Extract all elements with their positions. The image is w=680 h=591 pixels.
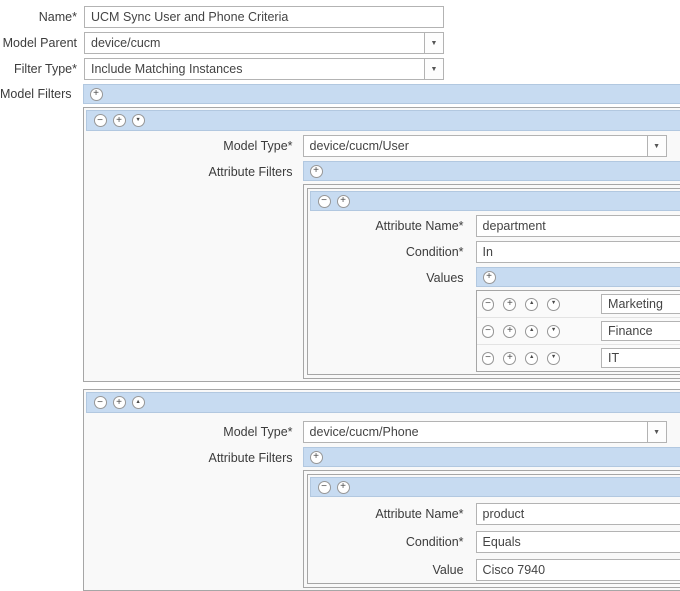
model-filter-panel-phone: − + ▲ Model Type* device/cucm/Phone ▼ At… xyxy=(82,389,680,591)
name-input[interactable] xyxy=(84,6,444,28)
chevron-down-icon[interactable]: ▼ xyxy=(646,422,666,442)
add-value-button[interactable]: + xyxy=(503,297,517,311)
add-value-button[interactable]: + xyxy=(482,270,496,284)
attribute-filter-toolbar: − + xyxy=(309,191,680,211)
panel-toolbar: − + ▼ xyxy=(85,110,680,131)
filter-type-select[interactable]: Include Matching Instances ▼ xyxy=(84,58,444,80)
add-attribute-filter-button[interactable]: + xyxy=(336,194,350,208)
move-value-up-button[interactable]: ▲ xyxy=(525,297,539,311)
attribute-filter-list: − + Attribute Name* Condition* xyxy=(302,184,680,379)
attribute-name-input[interactable] xyxy=(475,503,680,525)
add-value-button[interactable]: + xyxy=(503,324,517,338)
move-value-down-button[interactable]: ▼ xyxy=(547,351,561,365)
filter-type-value: Include Matching Instances xyxy=(91,62,243,76)
chevron-down-icon[interactable]: ▼ xyxy=(424,33,443,53)
move-value-down-button[interactable]: ▼ xyxy=(547,324,561,338)
values-section: + − + ▲ ▼ Marketing − + ▲ ▼ Finance − + … xyxy=(475,267,680,372)
add-filter-button[interactable]: + xyxy=(112,396,126,409)
remove-value-button[interactable]: − xyxy=(481,324,495,338)
move-up-button[interactable]: ▲ xyxy=(131,396,145,409)
add-filter-button[interactable]: + xyxy=(112,114,126,127)
remove-attribute-filter-button[interactable]: − xyxy=(317,480,331,494)
add-attribute-filter-button[interactable]: + xyxy=(309,450,323,464)
model-filter-criteria-form: Name* Model Parent device/cucm ▼ Filter … xyxy=(0,0,680,591)
attribute-filter-item: − + Attribute Name* Condition* xyxy=(306,188,680,375)
move-value-down-button[interactable]: ▼ xyxy=(547,297,561,311)
remove-value-button[interactable]: − xyxy=(481,351,495,365)
attribute-filters-label: Attribute Filters xyxy=(208,165,293,179)
attribute-name-input[interactable] xyxy=(475,215,680,237)
attribute-filter-item: − + Attribute Name* Condition* xyxy=(306,474,680,584)
attribute-filter-toolbar: − + xyxy=(309,477,680,497)
model-filter-panel-user: − + ▼ Model Type* device/cucm/User ▼ Att… xyxy=(82,107,680,382)
add-value-bar: + xyxy=(475,267,680,287)
add-attribute-filter-button[interactable]: + xyxy=(336,480,350,494)
attribute-filters-section: + − + Attribute Name* xyxy=(302,161,680,379)
move-down-button[interactable]: ▼ xyxy=(131,114,145,127)
remove-filter-button[interactable]: − xyxy=(93,396,107,409)
attribute-name-label: Attribute Name* xyxy=(375,219,464,233)
values-label: Values xyxy=(426,271,464,285)
model-parent-select[interactable]: device/cucm ▼ xyxy=(84,32,444,54)
model-type-row: Model Type* device/cucm/User ▼ xyxy=(86,135,680,157)
model-filters-section: + − + ▼ Model Type* device/cucm/User ▼ A… xyxy=(82,84,680,591)
attribute-filters-label: Attribute Filters xyxy=(208,451,293,465)
attribute-filters-section: + − + Attribute Name* xyxy=(302,447,680,588)
model-parent-row: Model Parent device/cucm ▼ xyxy=(0,32,680,54)
chevron-down-icon[interactable]: ▼ xyxy=(424,59,443,79)
condition-label: Condition* xyxy=(405,535,464,549)
condition-row: Condition* xyxy=(310,241,680,263)
value-row: Value xyxy=(310,559,680,581)
value-label: Value xyxy=(432,563,464,577)
name-row: Name* xyxy=(0,6,680,28)
value-input[interactable] xyxy=(601,321,680,341)
attribute-filters-row: Attribute Filters + − + Attribute Name* … xyxy=(86,161,680,379)
add-value-button[interactable]: + xyxy=(503,351,517,365)
condition-input[interactable] xyxy=(475,241,680,263)
attribute-filter-list: − + Attribute Name* Condition* xyxy=(302,470,680,588)
attribute-name-label: Attribute Name* xyxy=(375,507,464,521)
value-item: − + ▲ ▼ xyxy=(476,318,680,345)
filter-type-row: Filter Type* Include Matching Instances … xyxy=(0,58,680,80)
remove-attribute-filter-button[interactable]: − xyxy=(317,194,331,208)
model-type-row: Model Type* device/cucm/Phone ▼ xyxy=(86,421,680,443)
filter-type-label: Filter Type* xyxy=(14,62,77,76)
model-type-select[interactable]: device/cucm/User ▼ xyxy=(302,135,667,157)
values-row: Values + − + ▲ ▼ Marketing − + ▲ ▼ Finan… xyxy=(310,267,680,372)
value-input[interactable] xyxy=(475,559,680,581)
chevron-down-icon[interactable]: ▼ xyxy=(646,136,666,156)
condition-label: Condition* xyxy=(405,245,464,259)
remove-value-button[interactable]: − xyxy=(481,297,495,311)
model-type-label: Model Type* xyxy=(223,425,293,439)
value-input[interactable] xyxy=(601,294,680,314)
panel-toolbar: − + ▲ xyxy=(85,392,680,413)
attribute-name-row: Attribute Name* xyxy=(310,215,680,237)
values-list: − + ▲ ▼ − xyxy=(475,290,680,372)
value-input[interactable] xyxy=(601,348,680,368)
model-type-select[interactable]: device/cucm/Phone ▼ xyxy=(302,421,667,443)
add-model-filter-bar: + xyxy=(82,84,680,104)
value-item: − + ▲ ▼ xyxy=(477,345,680,371)
model-filters-row: Model Filters + − + ▼ Model Type* device… xyxy=(0,84,680,591)
attribute-name-row: Attribute Name* xyxy=(310,503,680,525)
add-attribute-filter-bar: + xyxy=(302,161,680,181)
model-type-value: device/cucm/User xyxy=(309,139,409,153)
attribute-filters-row: Attribute Filters + − + Attribute Name* … xyxy=(86,447,680,588)
model-parent-label: Model Parent xyxy=(2,36,77,50)
remove-filter-button[interactable]: − xyxy=(93,114,107,127)
name-label: Name* xyxy=(38,10,77,24)
condition-row: Condition* xyxy=(310,531,680,553)
add-model-filter-button[interactable]: + xyxy=(89,87,103,101)
model-type-label: Model Type* xyxy=(223,139,293,153)
add-attribute-filter-button[interactable]: + xyxy=(309,164,323,178)
move-value-up-button[interactable]: ▲ xyxy=(525,324,539,338)
condition-input[interactable] xyxy=(475,531,680,553)
model-parent-value: device/cucm xyxy=(91,36,161,50)
model-filters-label: Model Filters xyxy=(0,87,72,101)
model-type-value: device/cucm/Phone xyxy=(309,425,419,439)
add-attribute-filter-bar: + xyxy=(302,447,680,467)
move-value-up-button[interactable]: ▲ xyxy=(525,351,539,365)
value-item: − + ▲ ▼ xyxy=(476,291,680,318)
